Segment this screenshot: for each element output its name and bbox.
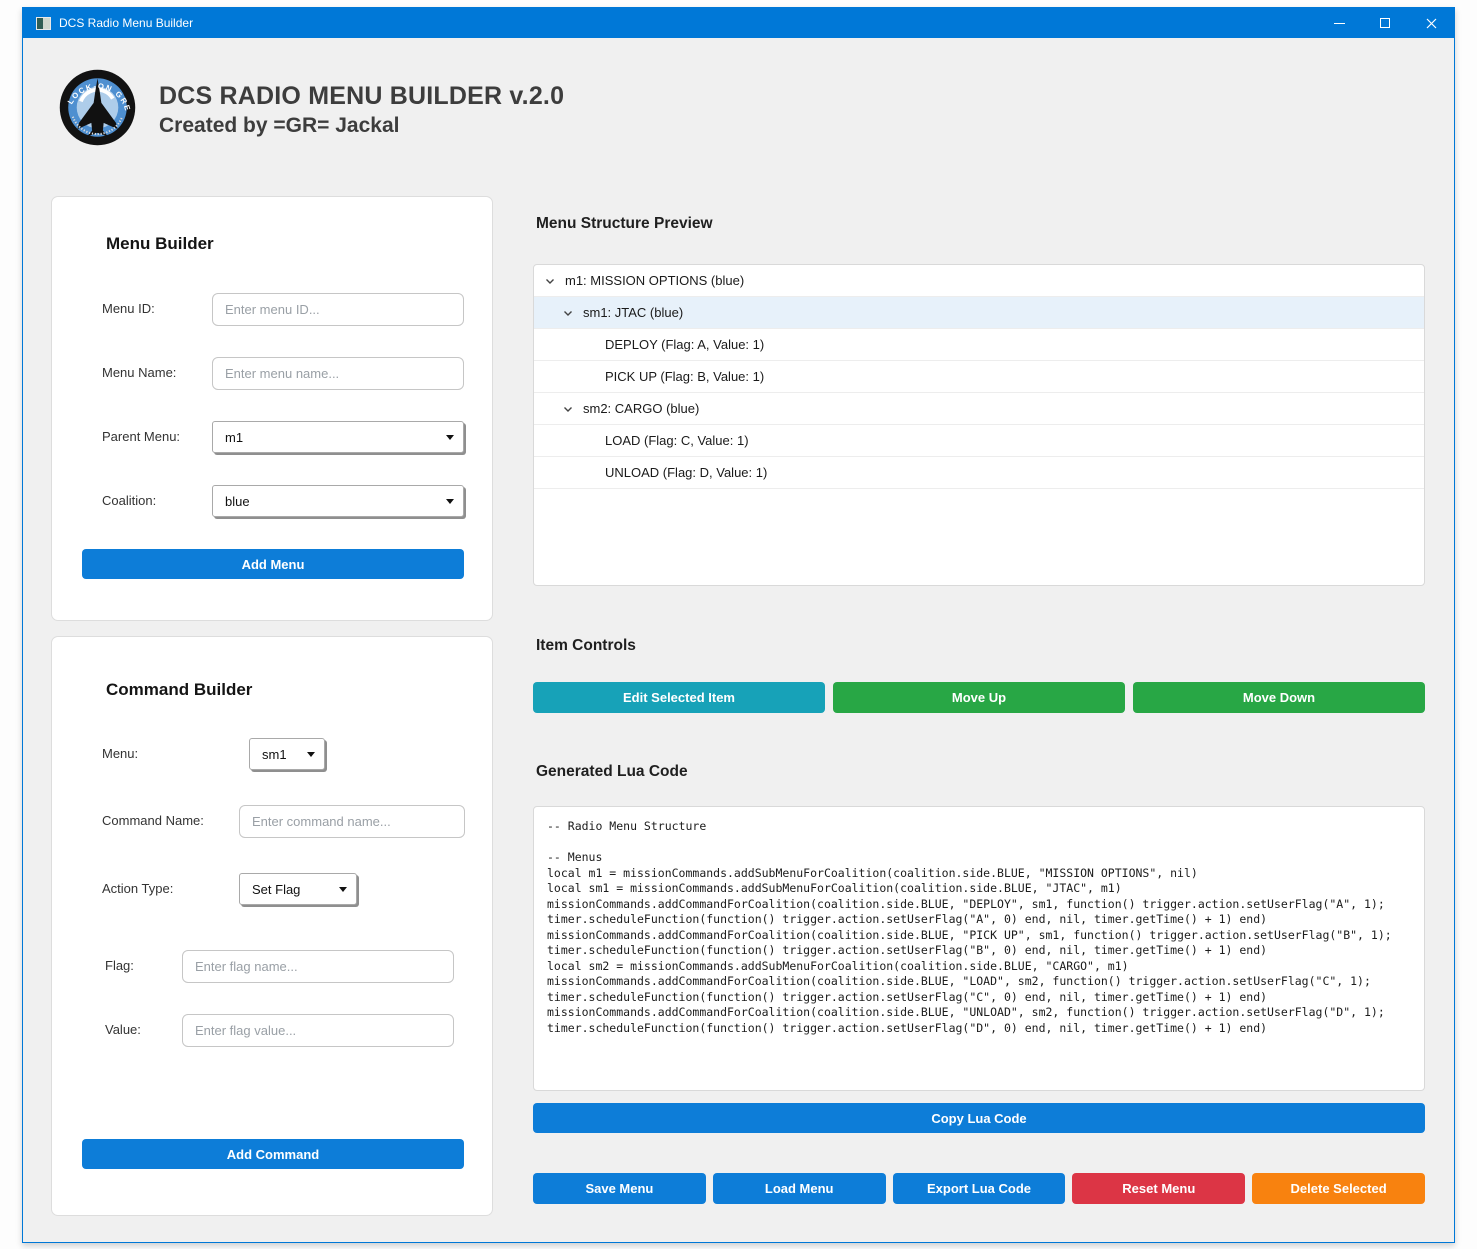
- action-type-label: Action Type:: [102, 881, 173, 896]
- command-menu-label: Menu:: [102, 746, 138, 761]
- menu-name-input[interactable]: [212, 357, 464, 390]
- flag-label: Flag:: [105, 958, 134, 973]
- move-up-button[interactable]: Move Up: [833, 682, 1125, 713]
- tree-row-label: DEPLOY (Flag: A, Value: 1): [605, 337, 764, 352]
- window-title: DCS Radio Menu Builder: [59, 16, 193, 30]
- parent-menu-value: m1: [225, 430, 243, 445]
- tree-row-label: m1: MISSION OPTIONS (blue): [565, 273, 744, 288]
- chevron-down-icon: [446, 435, 454, 440]
- menu-builder-title: Menu Builder: [106, 234, 214, 254]
- lua-code-box: -- Radio Menu Structure -- Menus local m…: [533, 806, 1425, 1091]
- coalition-value: blue: [225, 494, 250, 509]
- coalition-label: Coalition:: [102, 493, 156, 508]
- chevron-down-icon[interactable]: [544, 275, 556, 287]
- tree-row-label: sm2: CARGO (blue): [583, 401, 699, 416]
- chevron-down-icon: [307, 752, 315, 757]
- parent-menu-label: Parent Menu:: [102, 429, 180, 444]
- menu-tree: m1: MISSION OPTIONS (blue) sm1: JTAC (bl…: [533, 264, 1425, 586]
- move-down-button[interactable]: Move Down: [1133, 682, 1425, 713]
- close-button[interactable]: [1408, 8, 1454, 38]
- value-label: Value:: [105, 1022, 141, 1037]
- tree-row-label: UNLOAD (Flag: D, Value: 1): [605, 465, 767, 480]
- action-type-value: Set Flag: [252, 882, 300, 897]
- tree-row[interactable]: PICK UP (Flag: B, Value: 1): [534, 361, 1424, 393]
- tree-row[interactable]: sm1: JTAC (blue): [534, 297, 1424, 329]
- minimize-button[interactable]: [1316, 8, 1362, 38]
- app-window: DCS Radio Menu Builder LOCK-ON GREECE DC…: [22, 7, 1455, 1243]
- menu-id-label: Menu ID:: [102, 301, 155, 316]
- item-controls-row: Edit Selected Item Move Up Move Down: [533, 682, 1425, 713]
- add-menu-button[interactable]: Add Menu: [82, 549, 464, 579]
- footer-buttons-row: Save Menu Load Menu Export Lua Code Rese…: [533, 1173, 1425, 1204]
- chevron-down-icon: [339, 887, 347, 892]
- coalition-select[interactable]: blue: [212, 485, 464, 517]
- lua-code-title: Generated Lua Code: [536, 763, 688, 781]
- copy-lua-code-button[interactable]: Copy Lua Code: [533, 1103, 1425, 1133]
- window-controls: [1316, 8, 1454, 38]
- menu-id-input[interactable]: [212, 293, 464, 326]
- tree-row[interactable]: LOAD (Flag: C, Value: 1): [534, 425, 1424, 457]
- chevron-down-icon: [446, 499, 454, 504]
- app-header: DCS RADIO MENU BUILDER v.2.0 Created by …: [159, 82, 564, 138]
- tree-row[interactable]: DEPLOY (Flag: A, Value: 1): [534, 329, 1424, 361]
- chevron-down-icon[interactable]: [562, 403, 574, 415]
- tree-row-label: PICK UP (Flag: B, Value: 1): [605, 369, 764, 384]
- command-menu-value: sm1: [262, 747, 287, 762]
- command-builder-panel: Command Builder Menu: sm1 Command Name: …: [51, 636, 493, 1216]
- tree-row-label: LOAD (Flag: C, Value: 1): [605, 433, 749, 448]
- flag-input[interactable]: [182, 950, 454, 983]
- menu-builder-panel: Menu Builder Menu ID: Menu Name: Parent …: [51, 196, 493, 621]
- minimize-icon: [1334, 23, 1345, 24]
- squadron-logo: LOCK-ON GREECE: [59, 69, 136, 146]
- export-lua-code-button[interactable]: Export Lua Code: [893, 1173, 1066, 1204]
- tree-row-label: sm1: JTAC (blue): [583, 305, 683, 320]
- app-title: DCS RADIO MENU BUILDER v.2.0: [159, 82, 564, 111]
- command-menu-select[interactable]: sm1: [249, 738, 325, 770]
- value-input[interactable]: [182, 1014, 454, 1047]
- item-controls-title: Item Controls: [536, 637, 636, 655]
- titlebar: DCS Radio Menu Builder: [23, 8, 1454, 38]
- menu-name-label: Menu Name:: [102, 365, 176, 380]
- app-icon: [36, 17, 51, 30]
- lua-code: -- Radio Menu Structure -- Menus local m…: [547, 819, 1411, 1036]
- save-menu-button[interactable]: Save Menu: [533, 1173, 706, 1204]
- app-subtitle: Created by =GR= Jackal: [159, 114, 564, 138]
- chevron-down-icon[interactable]: [562, 307, 574, 319]
- tree-row[interactable]: m1: MISSION OPTIONS (blue): [534, 265, 1424, 297]
- command-name-input[interactable]: [239, 805, 465, 838]
- reset-menu-button[interactable]: Reset Menu: [1072, 1173, 1245, 1204]
- tree-row[interactable]: UNLOAD (Flag: D, Value: 1): [534, 457, 1424, 489]
- action-type-select[interactable]: Set Flag: [239, 873, 357, 905]
- edit-selected-item-button[interactable]: Edit Selected Item: [533, 682, 825, 713]
- maximize-icon: [1380, 18, 1390, 28]
- load-menu-button[interactable]: Load Menu: [713, 1173, 886, 1204]
- add-command-button[interactable]: Add Command: [82, 1139, 464, 1169]
- command-builder-title: Command Builder: [106, 680, 252, 700]
- command-name-label: Command Name:: [102, 813, 204, 828]
- tree-row[interactable]: sm2: CARGO (blue): [534, 393, 1424, 425]
- preview-title: Menu Structure Preview: [536, 215, 713, 233]
- close-icon: [1426, 18, 1437, 29]
- delete-selected-button[interactable]: Delete Selected: [1252, 1173, 1425, 1204]
- maximize-button[interactable]: [1362, 8, 1408, 38]
- parent-menu-select[interactable]: m1: [212, 421, 464, 453]
